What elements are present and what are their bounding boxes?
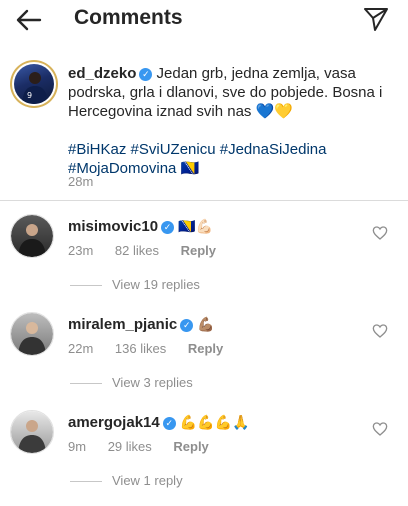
avatar[interactable]: [10, 214, 54, 258]
avatar[interactable]: [10, 410, 54, 454]
profile-picture: [11, 411, 53, 453]
comment-likes[interactable]: 29 likes: [108, 439, 152, 454]
profile-picture: 9: [14, 64, 54, 104]
caption-username[interactable]: ed_dzeko: [68, 65, 136, 82]
arrow-left-icon: [16, 9, 42, 31]
view-replies-button[interactable]: View 3 replies: [112, 375, 193, 390]
comment-meta: 22m 136 likes Reply: [68, 341, 241, 356]
comment-text-line: amergojak14 ✓ 💪💪💪🙏: [68, 414, 250, 431]
comment-text-line: misimovic10 ✓ 🇧🇦💪🏻: [68, 218, 213, 235]
like-button[interactable]: [372, 323, 388, 339]
replies-divider: [70, 285, 102, 286]
header-bar: Comments: [0, 0, 408, 40]
verified-badge-icon: ✓: [180, 319, 194, 332]
replies-divider: [70, 383, 102, 384]
comment-meta: 9m 29 likes Reply: [68, 439, 227, 454]
avatar[interactable]: [10, 312, 54, 356]
comment-timestamp: 22m: [68, 341, 94, 356]
comment-username[interactable]: amergojak14: [68, 414, 160, 431]
paper-plane-icon: [364, 8, 388, 31]
replies-divider: [70, 481, 102, 482]
comment-meta: 23m 82 likes Reply: [68, 243, 234, 258]
comment-likes[interactable]: 82 likes: [115, 243, 159, 258]
verified-badge-icon: ✓: [139, 68, 153, 81]
heart-outline-icon: [372, 422, 388, 436]
send-button[interactable]: [362, 5, 390, 33]
profile-picture: [11, 313, 53, 355]
comment-text: 🇧🇦💪🏻: [178, 218, 214, 234]
page-title: Comments: [74, 6, 183, 29]
comment-item: miralem_pjanic ✓ 💪🏽 22m 136 likes Reply V…: [0, 312, 408, 408]
comment-timestamp: 9m: [68, 439, 87, 454]
comment-item: amergojak14 ✓ 💪💪💪🙏 9m 29 likes Reply View…: [0, 410, 408, 506]
heart-outline-icon: [372, 226, 388, 240]
avatar[interactable]: 9: [10, 60, 58, 108]
person-icon: [18, 322, 46, 355]
like-button[interactable]: [372, 225, 388, 241]
comment-text: 💪💪💪🙏: [179, 414, 250, 430]
comment-text: 💪🏽: [197, 316, 215, 332]
caption-timestamp: 28m: [68, 174, 94, 189]
back-button[interactable]: [14, 5, 44, 35]
comment-username[interactable]: miralem_pjanic: [68, 316, 177, 333]
like-button[interactable]: [372, 421, 388, 437]
comment-likes[interactable]: 136 likes: [115, 341, 166, 356]
view-replies-button[interactable]: View 1 reply: [112, 473, 183, 488]
caption-hashtags[interactable]: #BiHKaz #SviUZenicu #JednaSiJedina #Moja…: [68, 140, 394, 178]
profile-picture: [11, 215, 53, 257]
verified-badge-icon: ✓: [161, 221, 175, 234]
view-replies-button[interactable]: View 19 replies: [112, 277, 200, 292]
verified-badge-icon: ✓: [162, 417, 176, 430]
heart-outline-icon: [372, 324, 388, 338]
person-icon: [18, 224, 46, 257]
reply-button[interactable]: Reply: [181, 243, 216, 258]
reply-button[interactable]: Reply: [173, 439, 208, 454]
person-icon: [18, 420, 46, 453]
reply-button[interactable]: Reply: [188, 341, 223, 356]
comment-text-line: miralem_pjanic ✓ 💪🏽: [68, 316, 215, 333]
player-silhouette-icon: 9: [22, 72, 48, 104]
caption-body: ed_dzeko ✓ Jedan grb, jedna zemlja, vasa …: [68, 64, 394, 178]
svg-text:9: 9: [27, 91, 32, 100]
divider: [0, 200, 408, 201]
comment-username[interactable]: misimovic10: [68, 218, 158, 235]
comment-item: misimovic10 ✓ 🇧🇦💪🏻 23m 82 likes Reply Vie…: [0, 214, 408, 310]
comment-timestamp: 23m: [68, 243, 94, 258]
